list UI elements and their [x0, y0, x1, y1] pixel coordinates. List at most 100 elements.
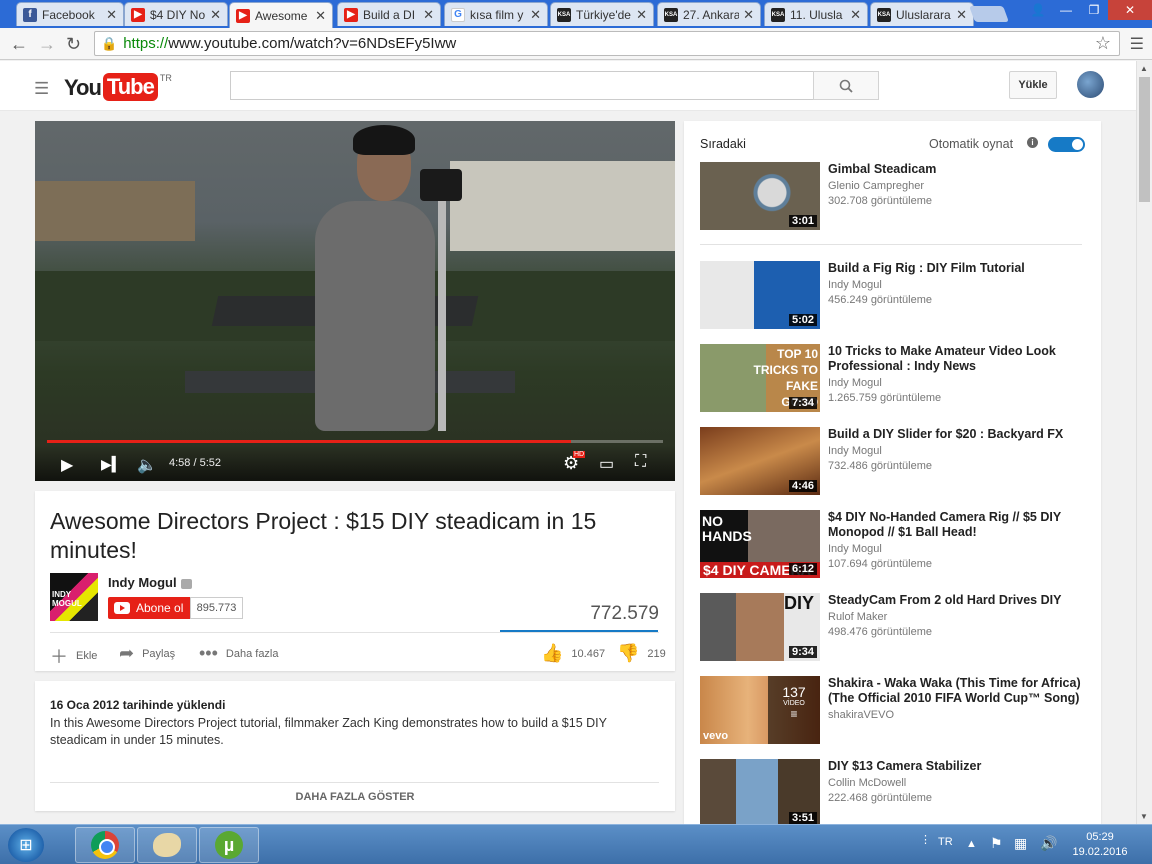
close-icon[interactable]: ✕: [423, 7, 434, 23]
new-tab-button[interactable]: [969, 6, 1009, 22]
list-item[interactable]: 4:46 Build a DIY Slider for $20 : Backya…: [700, 427, 1085, 495]
forward-arrow-icon[interactable]: →: [38, 34, 56, 55]
time-display: 4:58 / 5:52: [169, 457, 222, 469]
country-code: TR: [159, 73, 172, 83]
item-channel: Indy Mogul: [828, 445, 882, 457]
item-title: 10 Tricks to Make Amateur Video Look Pro…: [828, 344, 1056, 373]
kisa-film-icon: KSA: [771, 7, 785, 22]
item-channel: Indy Mogul: [828, 279, 882, 291]
account-avatar[interactable]: [1077, 71, 1104, 98]
duration-badge: 4:46: [788, 480, 817, 492]
tab-turkiyede[interactable]: KSA Türkiye'de ✕: [550, 2, 654, 26]
video-info-card: Awesome Directors Project : $15 DIY stea…: [35, 491, 675, 671]
duration-badge: 6:12: [788, 563, 817, 575]
bookmark-star-icon[interactable]: ☆: [1095, 33, 1111, 54]
list-item[interactable]: NO HANDS $4 DIY CAMERA 6:12 $4 DIY No-Ha…: [700, 510, 1085, 578]
scroll-down-arrow-icon[interactable]: ▼: [1140, 812, 1148, 821]
close-icon[interactable]: ✕: [850, 7, 861, 23]
volume-icon[interactable]: 🔈: [137, 455, 157, 475]
channel-name[interactable]: Indy Mogul: [108, 575, 192, 590]
window-controls: 👤 — ❐ ✕: [1024, 0, 1152, 20]
scroll-thumb[interactable]: [1139, 77, 1150, 202]
progress-bar[interactable]: [47, 440, 663, 443]
reload-icon[interactable]: ↻: [66, 34, 81, 55]
close-icon[interactable]: ✕: [956, 7, 967, 23]
next-icon[interactable]: ▶▍: [101, 456, 123, 473]
video-thumbnail: 5:02: [700, 261, 820, 329]
browser-menu-icon[interactable]: ☰: [1130, 34, 1144, 54]
tab-uluslararasi-11[interactable]: KSA 11. Ulusla ✕: [764, 2, 868, 26]
system-clock[interactable]: 05:29 19.02.2016: [1068, 830, 1132, 860]
scroll-up-arrow-icon[interactable]: ▲: [1140, 64, 1148, 73]
tab-facebook[interactable]: f Facebook ✕: [16, 2, 124, 26]
tab-label: $4 DIY No: [150, 7, 206, 22]
tab-diy-no-handed[interactable]: ▶ $4 DIY No ✕: [124, 2, 228, 26]
page-scrollbar[interactable]: ▲ ▼: [1136, 61, 1152, 824]
list-item[interactable]: 5:02 Build a Fig Rig : DIY Film Tutorial…: [700, 261, 1085, 329]
channel-thumbnail[interactable]: INDY MOGUL: [50, 573, 98, 621]
list-item[interactable]: DIY 9:34 SteadyCam From 2 old Hard Drive…: [700, 593, 1085, 661]
dislike-button[interactable]: 👎 219: [617, 643, 666, 664]
user-icon[interactable]: 👤: [1024, 0, 1052, 20]
upload-button[interactable]: Yükle: [1009, 71, 1057, 99]
playlist-overlay: 137 VİDEO ≡: [768, 676, 820, 744]
search-input[interactable]: [230, 71, 814, 100]
language-indicator[interactable]: TR: [938, 836, 953, 848]
tab-build-a-diy[interactable]: ▶ Build a DI ✕: [337, 2, 441, 26]
view-count: 772.579: [590, 603, 659, 624]
video-thumbnail: vevo 137 VİDEO ≡: [700, 676, 820, 744]
minimize-button[interactable]: —: [1052, 0, 1080, 20]
guide-menu-icon[interactable]: ☰: [34, 79, 49, 99]
video-player[interactable]: ▶ ▶▍ 🔈 4:58 / 5:52 ⚙ HD ▭ ⛶: [35, 121, 675, 481]
window-close-button[interactable]: ✕: [1108, 0, 1152, 20]
tab-ankara[interactable]: KSA 27. Ankara ✕: [657, 2, 761, 26]
close-icon[interactable]: ✕: [636, 7, 647, 23]
network-icon[interactable]: ▦: [1014, 835, 1027, 852]
taskbar-utorrent[interactable]: µ: [199, 827, 259, 863]
search-button[interactable]: [813, 71, 879, 100]
start-button[interactable]: ⊞: [8, 828, 44, 862]
add-to-button[interactable]: ＋ Ekle: [50, 643, 97, 669]
list-item[interactable]: 3:01 Gimbal Steadicam Glenio Campregher …: [700, 162, 1085, 230]
tab-kisa-film[interactable]: G kısa film y ✕: [444, 2, 548, 26]
youtube-logo[interactable]: You Tube TR: [64, 73, 172, 101]
tab-label: Facebook: [42, 7, 95, 22]
like-button[interactable]: 👍 10.467: [541, 643, 605, 664]
tab-uluslararasi[interactable]: KSA Uluslarara ✕: [870, 2, 974, 26]
more-button[interactable]: ••• Daha fazla: [199, 643, 279, 664]
item-views: 222.468 görüntüleme: [828, 792, 932, 804]
speaker-icon[interactable]: 🔊: [1040, 835, 1057, 852]
youtube-icon: ▶: [344, 7, 358, 22]
taskbar-chrome[interactable]: [75, 827, 135, 863]
tab-label: Build a DI: [363, 7, 416, 22]
close-icon[interactable]: ✕: [106, 7, 117, 23]
tray-expand-icon[interactable]: ▲: [966, 838, 977, 850]
fullscreen-icon[interactable]: ⛶: [635, 453, 646, 471]
autoplay-toggle[interactable]: [1048, 137, 1085, 152]
theater-mode-icon[interactable]: ▭: [599, 454, 614, 474]
item-channel: Indy Mogul: [828, 543, 882, 555]
info-icon[interactable]: i: [1027, 137, 1038, 148]
address-bar[interactable]: 🔒 https://www.youtube.com/watch?v=6NDsEF…: [94, 31, 1120, 56]
list-item[interactable]: vevo 137 VİDEO ≡ Shakira - Waka Waka (Th…: [700, 676, 1085, 744]
play-icon[interactable]: ▶: [61, 455, 73, 475]
publish-date: 16 Oca 2012 tarihinde yüklendi: [50, 698, 226, 712]
list-item[interactable]: 3:51 DIY $13 Camera Stabilizer Collin Mc…: [700, 759, 1085, 827]
list-item[interactable]: TOP 10 TRICKS TO FAKE GOOD 7:34 10 Trick…: [700, 344, 1085, 412]
close-icon[interactable]: ✕: [210, 7, 221, 23]
close-icon[interactable]: ✕: [530, 7, 541, 23]
browser-toolbar: ← → ↻ 🔒 https://www.youtube.com/watch?v=…: [0, 28, 1152, 60]
taskbar-paint[interactable]: [137, 827, 197, 863]
back-arrow-icon[interactable]: ←: [10, 34, 28, 55]
restore-button[interactable]: ❐: [1080, 0, 1108, 20]
close-icon[interactable]: ✕: [743, 7, 754, 23]
close-icon[interactable]: ✕: [315, 8, 326, 24]
tab-label: 11. Ulusla: [790, 7, 843, 22]
show-more-button[interactable]: DAHA FAZLA GÖSTER: [35, 791, 675, 803]
duration: 5:52: [199, 457, 222, 469]
action-center-icon[interactable]: ⚑: [990, 835, 1003, 852]
tab-awesome[interactable]: ▶ Awesome ✕: [229, 2, 333, 28]
tab-label: kısa film y: [470, 7, 524, 22]
share-button[interactable]: ➦ Paylaş: [119, 643, 175, 664]
subscribe-button[interactable]: Abone ol: [108, 597, 190, 619]
